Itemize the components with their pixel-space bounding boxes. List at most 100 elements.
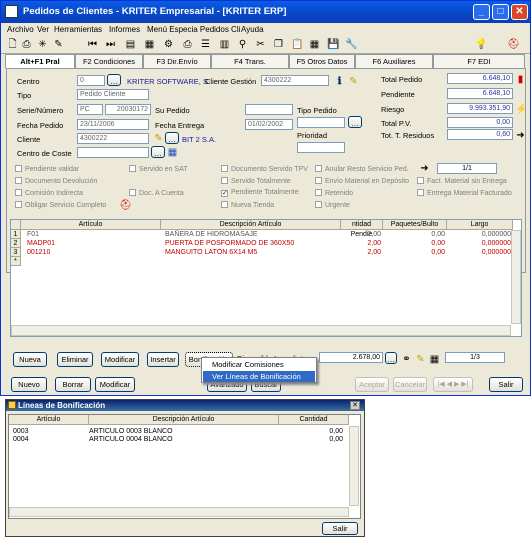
bonif-col-cantidad[interactable]: Cantidad <box>279 415 349 425</box>
chk-doc-servido-tpv[interactable]: Documento Servido TPV <box>221 165 308 173</box>
eliminar-linea-button[interactable]: Eliminar <box>57 352 93 367</box>
col-largo[interactable]: Largo <box>447 220 513 230</box>
calendar-icon[interactable]: ▦ <box>309 39 320 50</box>
tab-trans[interactable]: F4 Trans. <box>211 54 289 68</box>
save-icon[interactable]: 💾 <box>327 39 339 50</box>
chk-retenido[interactable]: Retenido <box>315 189 353 197</box>
col-cantidad[interactable]: ntidad Pendie <box>341 220 383 238</box>
modificar-linea-button[interactable]: Modificar <box>101 352 139 367</box>
next-arrow-icon[interactable]: ➜ <box>419 163 430 174</box>
record-navigator[interactable]: |◀ ◀ ▶ ▶| <box>433 377 473 392</box>
chk-servido-totalmente[interactable]: Servido Totalmente <box>221 177 291 185</box>
cell-largo[interactable]: 0,000000 <box>447 239 511 248</box>
link-icon[interactable]: ⚙ <box>163 39 174 50</box>
bonif-cell-cantidad[interactable]: 0,00 <box>279 435 343 444</box>
grid-horizontal-scrollbar[interactable] <box>11 325 511 336</box>
traffic-light-icon[interactable]: ▮ <box>515 74 526 85</box>
fecha-entrega-input[interactable]: 01/02/2002 <box>245 119 293 130</box>
cell-descripcion[interactable]: MANGUITO LATÓN 6X14 M5 <box>165 248 257 257</box>
last-record-icon[interactable]: ⏭ <box>105 39 116 50</box>
grid-view-icon[interactable]: ▦ <box>429 354 440 365</box>
chk-doc-devolucion[interactable]: Documento Devolución <box>15 177 97 185</box>
cell-articulo[interactable]: 001210 <box>27 248 50 257</box>
tab-condiciones[interactable]: F2 Condiciones <box>75 54 143 68</box>
new-row[interactable]: * <box>11 257 491 266</box>
chk-envio-deposito[interactable]: Envío Material en Depósito <box>315 177 409 185</box>
cell-largo[interactable]: 0,000000 <box>447 248 511 257</box>
cell-articulo[interactable]: F01 <box>27 230 39 239</box>
printer-icon[interactable]: ⎙ <box>182 39 193 50</box>
nueva-linea-button[interactable]: Nueva <box>13 352 47 367</box>
menu-herramientas[interactable]: Herramientas <box>54 25 102 34</box>
grid-vertical-scrollbar[interactable] <box>511 230 521 324</box>
preview-icon[interactable]: 🗋 <box>7 39 18 50</box>
bonif-salir-button[interactable]: Salir <box>322 522 358 535</box>
calendar-icon[interactable]: ▦ <box>167 147 178 158</box>
menu-especia[interactable]: Menú Especia Pedidos Cli <box>147 25 240 34</box>
table-row[interactable]: 2 MADP01 PUERTA DE POSFORMADO DE 360X50 … <box>11 239 511 248</box>
col-paquetes[interactable]: Paquetes/Bulto <box>383 220 447 230</box>
centro-input[interactable]: 0 <box>77 75 105 86</box>
col-articulo[interactable]: Artículo <box>21 220 161 230</box>
list-icon[interactable]: ☰ <box>200 39 211 50</box>
maximize-button[interactable]: □ <box>492 4 509 20</box>
cell-paquetes[interactable]: 0,00 <box>383 239 445 248</box>
filter-icon[interactable]: ⚲ <box>237 39 248 50</box>
bonif-col-descripcion[interactable]: Descripción Artículo <box>89 415 279 425</box>
table-row[interactable]: 0004 ARTICULO 0004 BLANCO 0,00 <box>9 435 349 444</box>
cell-largo[interactable]: 0,000000 <box>447 230 511 239</box>
chk-entrega-facturado[interactable]: Entrega Material Facturado <box>417 189 512 197</box>
serie-input[interactable]: PC <box>77 104 103 115</box>
bonif-vertical-scrollbar[interactable] <box>349 426 359 506</box>
centro-lookup-button[interactable]: … <box>107 74 121 86</box>
tab-otros-datos[interactable]: F5 Otros Datos <box>289 54 355 68</box>
tipo-pedido-input[interactable] <box>297 117 345 128</box>
wrench-icon[interactable]: 🔧 <box>345 39 357 50</box>
modificar-button[interactable]: Modificar <box>95 377 135 392</box>
cell-articulo[interactable]: MADP01 <box>27 239 55 248</box>
menu-ver[interactable]: Ver <box>37 25 49 34</box>
centro-coste-input[interactable] <box>77 147 149 158</box>
chk-servido-sat[interactable]: Servido en SAT <box>129 165 188 173</box>
insertar-linea-button[interactable]: Insertar <box>147 352 179 367</box>
prioridad-input[interactable] <box>297 142 345 153</box>
chk-obligar-servicio[interactable]: Obligar Servicio Completo <box>15 201 106 209</box>
asterisk-icon[interactable]: ✳ <box>37 39 48 50</box>
lightbulb-icon[interactable]: 💡 <box>475 39 487 50</box>
disponible-lookup-button[interactable]: … <box>385 352 397 364</box>
tab-principal[interactable]: Alt+F1 Pral <box>5 54 75 69</box>
bonif-cell-descripcion[interactable]: ARTICULO 0004 BLANCO <box>89 435 173 444</box>
tag-icon[interactable]: ▤ <box>125 39 136 50</box>
chk-fact-sin-entrega[interactable]: Fact. Material sin Entrega <box>417 177 507 185</box>
bonif-cell-articulo[interactable]: 0004 <box>13 435 29 444</box>
close-button[interactable]: ✕ <box>511 4 528 20</box>
first-record-icon[interactable]: ⏮ <box>87 39 98 50</box>
menu-ayuda[interactable]: Ayuda <box>241 25 264 34</box>
edit-icon[interactable]: ✎ <box>53 39 64 50</box>
tab-auxiliares[interactable]: F6 Auxiliares <box>355 54 433 68</box>
aceptar-button[interactable]: Aceptar <box>355 377 389 392</box>
tipo-select[interactable]: Pedido Cliente <box>77 89 149 100</box>
cell-cantidad[interactable]: 2,00 <box>341 239 381 248</box>
print-icon[interactable]: ⎙ <box>21 39 32 50</box>
borrar-button[interactable]: Borrar <box>55 377 91 392</box>
tab-edi[interactable]: F7 EDI <box>433 54 525 68</box>
chk-comision-indirecta[interactable]: Comisión Indirecta <box>15 189 83 197</box>
cliente-lookup-button[interactable]: … <box>165 132 179 144</box>
paste-icon[interactable]: 📋 <box>291 39 303 50</box>
chk-doc-a-cuenta[interactable]: Doc. A Cuenta <box>129 189 184 197</box>
menu-archivo[interactable]: Archivo <box>7 25 34 34</box>
nuevo-button[interactable]: Nuevo <box>11 377 47 392</box>
edit-line-icon[interactable]: ✎ <box>415 354 426 365</box>
chk-urgente[interactable]: Urgente <box>315 201 350 209</box>
menu-informes[interactable]: Informes <box>109 25 140 34</box>
cell-paquetes[interactable]: 0,00 <box>383 248 445 257</box>
menu-modificar-comisiones[interactable]: Modificar Comisiones <box>203 359 315 370</box>
cell-descripcion[interactable]: BAÑERA DE HIDROMASAJE <box>165 230 258 239</box>
bonif-col-articulo[interactable]: Artículo <box>9 415 89 425</box>
chk-nueva-tienda[interactable]: Nueva Tienda <box>221 201 274 209</box>
grid-icon[interactable]: ▦ <box>144 39 155 50</box>
table-row[interactable]: 1 F01 BAÑERA DE HIDROMASAJE 2,00 0,00 0,… <box>11 230 511 239</box>
cell-cantidad[interactable]: 2,00 <box>341 248 381 257</box>
cliente-input[interactable]: 4300222 <box>77 133 149 144</box>
